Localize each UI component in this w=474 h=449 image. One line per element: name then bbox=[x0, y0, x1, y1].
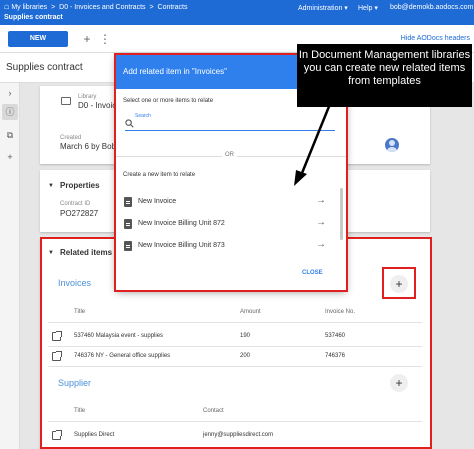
help-menu[interactable]: Help ▾ bbox=[358, 4, 378, 12]
breadcrumb-item-library[interactable]: D0 - Invoices and Contracts bbox=[59, 4, 145, 11]
administration-label: Administration bbox=[298, 5, 343, 12]
home-icon: ☖ bbox=[4, 5, 10, 11]
avatar-icon[interactable] bbox=[385, 138, 399, 152]
add-button-highlight bbox=[382, 267, 416, 299]
breadcrumb-separator: > bbox=[51, 4, 56, 11]
side-rail: › ⓘ ⧉ + bbox=[0, 83, 20, 449]
library-label: Library bbox=[78, 94, 97, 100]
add-person-icon[interactable]: + bbox=[78, 30, 96, 48]
administration-menu[interactable]: Administration ▾ bbox=[298, 4, 348, 12]
new-button[interactable]: NEW bbox=[8, 31, 68, 47]
breadcrumb-separator: > bbox=[149, 4, 154, 11]
hide-headers-link[interactable]: Hide AODocs headers bbox=[401, 35, 470, 42]
contract-id-label: Contract ID bbox=[60, 201, 91, 207]
copy-icon[interactable]: ⧉ bbox=[2, 127, 18, 143]
contract-id-value: PO272827 bbox=[60, 209, 99, 218]
help-label: Help bbox=[358, 5, 373, 12]
properties-title: Properties bbox=[60, 181, 100, 190]
info-icon[interactable]: ⓘ bbox=[2, 104, 18, 120]
breadcrumb-current-document: Supplies contract bbox=[4, 14, 63, 21]
document-title: Supplies contract bbox=[6, 62, 83, 73]
user-menu[interactable]: bob@demokb.aodocs.com bbox=[390, 4, 473, 11]
breadcrumb-item-contracts[interactable]: Contracts bbox=[158, 4, 188, 11]
created-label: Created bbox=[60, 135, 82, 141]
chevron-right-icon[interactable]: › bbox=[2, 85, 18, 101]
breadcrumb: ☖ My libraries > D0 - Invoices and Contr… bbox=[4, 3, 187, 13]
more-vert-icon[interactable]: ⋮ bbox=[96, 30, 114, 48]
annotation-arrow bbox=[294, 103, 332, 186]
annotation-callout: In Document Management libraries you can… bbox=[297, 44, 472, 107]
folder-icon bbox=[61, 97, 71, 105]
breadcrumb-item-libraries[interactable]: My libraries bbox=[11, 4, 47, 11]
plus-icon[interactable]: + bbox=[2, 149, 18, 165]
chevron-down-icon[interactable]: ▼ bbox=[48, 183, 54, 189]
top-header: ☖ My libraries > D0 - Invoices and Contr… bbox=[0, 0, 474, 25]
